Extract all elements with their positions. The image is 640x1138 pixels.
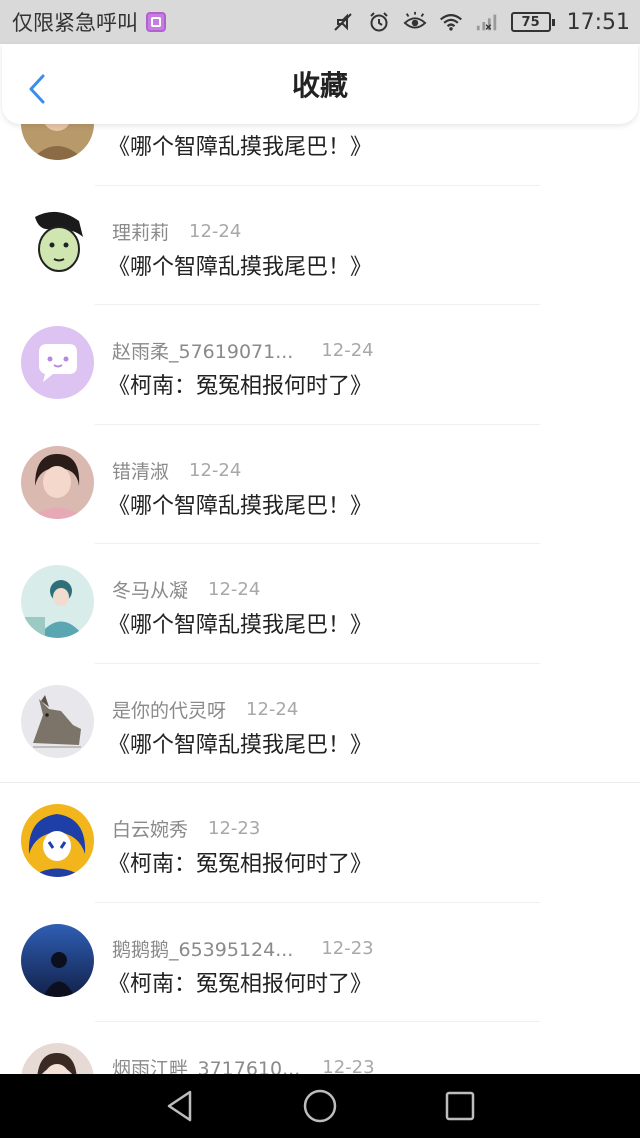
item-meta: 冬马从凝 12-24: [112, 576, 260, 603]
author-name: 理莉莉: [112, 221, 170, 244]
circle-home-icon: [303, 1089, 337, 1123]
page-title: 收藏: [291, 69, 348, 102]
item-title[interactable]: 《哪个智障乱摸我尾巴！》: [108, 727, 372, 759]
item-meta: 赵雨柔_57619071... 12-24: [112, 337, 374, 364]
mute-icon: [331, 10, 355, 34]
item-meta: 是你的代灵呀 12-24: [112, 696, 298, 723]
home-nav-button[interactable]: [300, 1086, 340, 1126]
back-nav-button[interactable]: [160, 1086, 200, 1126]
signal-icon: [475, 10, 499, 34]
avatar[interactable]: [21, 923, 94, 997]
item-date: 12-23: [208, 818, 261, 839]
carrier-text: 仅限紧急呼叫: [12, 11, 138, 35]
author-name: 鹅鹅鹅_65395124...: [112, 938, 294, 961]
author-name: 是你的代灵呀: [112, 699, 227, 722]
item-title[interactable]: 《哪个智障乱摸我尾巴！》: [108, 249, 372, 281]
back-button[interactable]: [22, 72, 52, 106]
system-navigation-bar: [0, 1074, 640, 1138]
avatar[interactable]: [21, 684, 94, 758]
list-item[interactable]: 白云婉秀 12-23 《柯南：冤冤相报何时了》: [0, 783, 640, 903]
item-meta: 白云婉秀 12-23: [112, 815, 260, 842]
item-title[interactable]: 《哪个智障乱摸我尾巴！》: [108, 607, 372, 639]
item-meta: 错清淑 12-24: [112, 457, 241, 484]
list-item[interactable]: 赵雨柔_57619071... 12-24 《柯南：冤冤相报何时了》: [0, 305, 640, 425]
list-item[interactable]: 理莉莉 12-24 《哪个智障乱摸我尾巴！》: [0, 186, 640, 305]
item-date: 12-24: [189, 220, 242, 242]
eye-icon: [403, 10, 427, 34]
avatar[interactable]: [21, 565, 94, 638]
wifi-icon: [439, 10, 463, 34]
author-name: 错清淑: [112, 460, 170, 483]
alarm-icon: [367, 10, 391, 34]
item-title[interactable]: 《柯南：冤冤相报何时了》: [108, 966, 372, 998]
list-item[interactable]: 错清淑 12-24 《哪个智障乱摸我尾巴！》: [0, 425, 640, 544]
square-recents-icon: [445, 1091, 475, 1121]
chevron-left-icon: [29, 74, 45, 104]
item-date: 12-24: [321, 340, 374, 361]
item-title[interactable]: 《哪个智障乱摸我尾巴！》: [108, 129, 372, 161]
item-meta: 鹅鹅鹅_65395124... 12-23: [112, 935, 374, 962]
list-item[interactable]: 鹅鹅鹅_65395124... 12-23 《柯南：冤冤相报何时了》: [0, 903, 640, 1022]
list-item[interactable]: 冬马从凝 12-24 《哪个智障乱摸我尾巴！》: [0, 544, 640, 664]
author-name: 赵雨柔_57619071...: [112, 341, 294, 363]
recents-nav-button[interactable]: [440, 1086, 480, 1126]
clock-text: 17:51: [566, 9, 630, 35]
gallery-notification-icon: [146, 12, 166, 32]
item-title[interactable]: 《哪个智障乱摸我尾巴！》: [108, 488, 372, 520]
item-date: 12-24: [208, 579, 261, 600]
avatar[interactable]: [21, 445, 94, 519]
favorites-list: 《哪个智障乱摸我尾巴！》 理莉莉 12-24 《哪个智障乱摸我尾巴！》 赵雨柔_…: [0, 66, 640, 1138]
status-left: 仅限紧急呼叫: [12, 7, 331, 37]
status-bar: 仅限紧急呼叫 75 17:51: [0, 0, 640, 44]
status-right: 75 17:51: [331, 10, 630, 35]
item-meta: 理莉莉 12-24: [112, 218, 241, 245]
battery-icon: 75: [510, 12, 555, 32]
item-date: 12-24: [189, 459, 242, 481]
author-name: 白云婉秀: [112, 819, 189, 841]
list-item[interactable]: 是你的代灵呀 12-24 《哪个智障乱摸我尾巴！》: [0, 664, 640, 783]
avatar[interactable]: [21, 804, 94, 877]
top-app-bar: 收藏: [2, 44, 638, 124]
avatar[interactable]: [21, 206, 94, 280]
item-title[interactable]: 《柯南：冤冤相报何时了》: [108, 846, 372, 878]
item-date: 12-23: [321, 937, 374, 959]
item-title[interactable]: 《柯南：冤冤相报何时了》: [108, 368, 372, 400]
item-date: 12-24: [246, 698, 299, 720]
avatar[interactable]: [21, 326, 94, 399]
triangle-back-icon: [167, 1090, 192, 1122]
author-name: 冬马从凝: [112, 580, 189, 602]
